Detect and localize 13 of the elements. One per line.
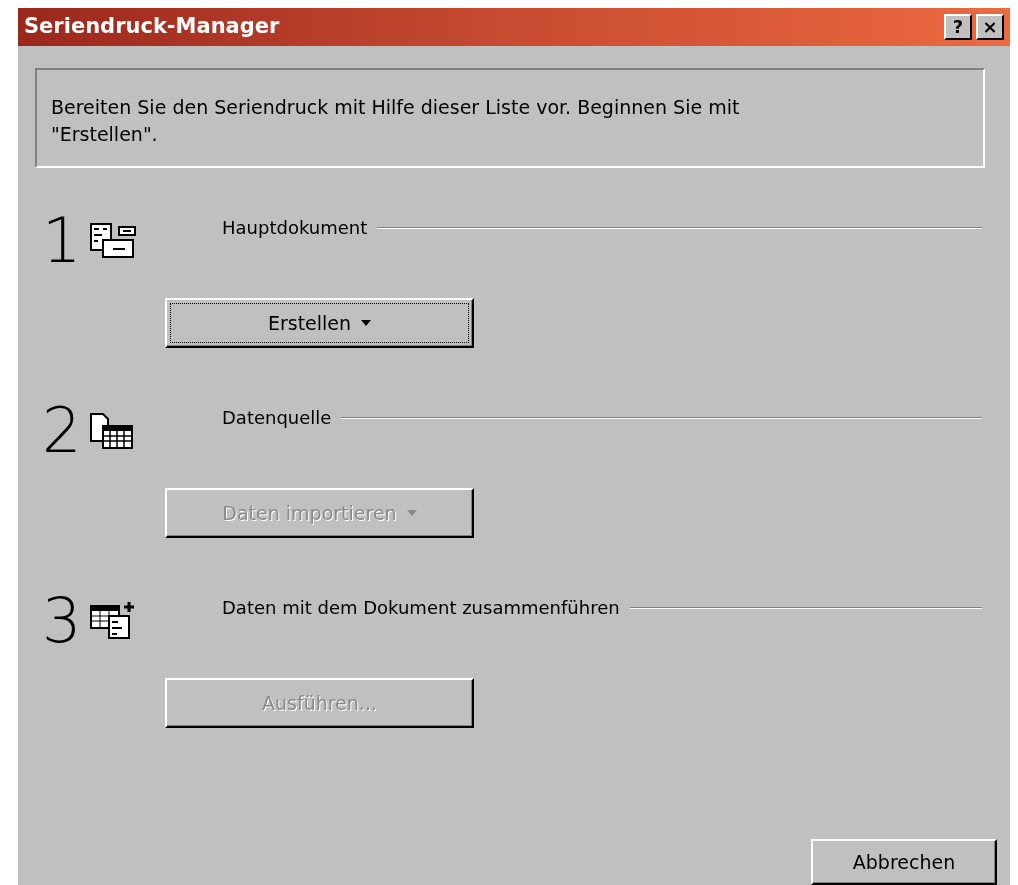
documents-icon: [89, 222, 138, 260]
step-label: Datenquelle: [222, 406, 332, 430]
step-label: Hauptdokument: [222, 216, 368, 240]
close-button[interactable]: ×: [976, 14, 1004, 40]
step-number: 1: [42, 210, 82, 272]
step-number: 3: [42, 590, 82, 652]
step-number: 2: [42, 400, 82, 462]
instruction-text: Bereiten Sie den Seriendruck mit Hilfe dieser Liste vor. Beginnen Sie mit "Erstellen".: [35, 68, 985, 168]
step-label: Daten mit dem Dokument zusammenführen: [222, 596, 620, 620]
cancel-button[interactable]: Abbrechen: [811, 839, 997, 885]
help-button[interactable]: ?: [944, 14, 972, 40]
step-button[interactable]: Erstellen: [165, 298, 474, 348]
window-title: Seriendruck-Manager: [24, 13, 280, 41]
